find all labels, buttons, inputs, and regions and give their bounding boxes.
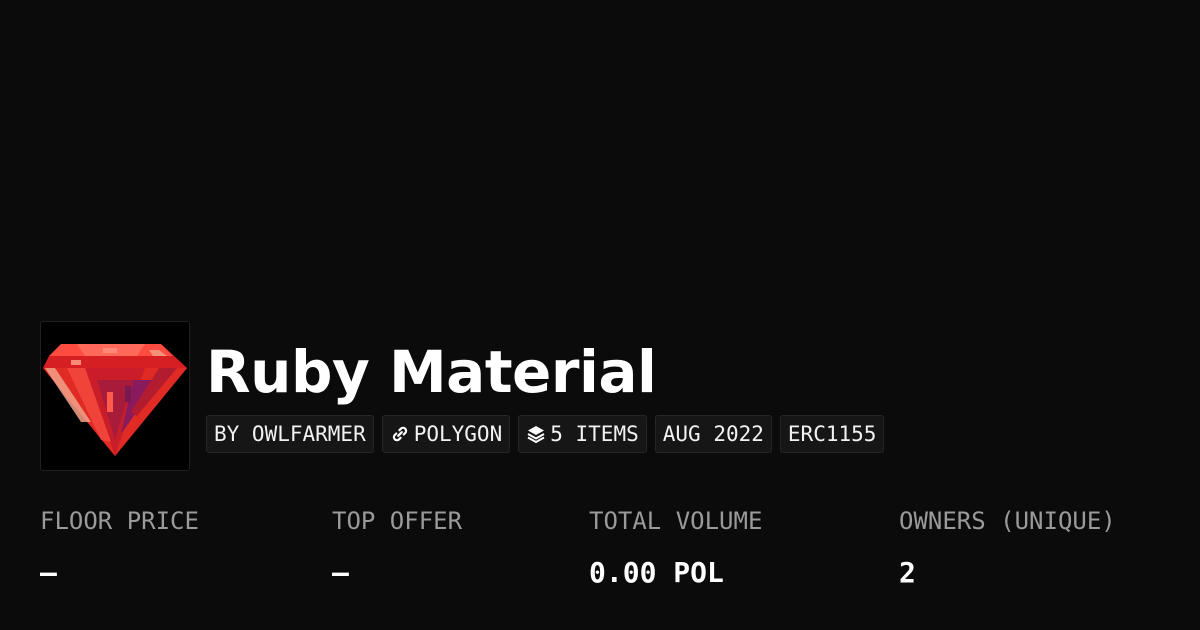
stat-value: —	[40, 556, 57, 589]
polygon-link-icon	[390, 424, 410, 444]
stat-total-volume: TOTAL VOLUME 0.00 POL	[589, 503, 762, 593]
items-chip[interactable]: 5 ITEMS	[518, 415, 647, 453]
date-label: AUG 2022	[662, 422, 764, 446]
stat-floor-price: FLOOR PRICE —	[40, 503, 199, 593]
chain-label: POLYGON	[413, 422, 503, 446]
standard-chip: ERC1155	[779, 415, 885, 453]
layers-icon	[526, 424, 546, 444]
stat-value: 0.00 POL	[589, 556, 724, 589]
stat-label: TOTAL VOLUME	[589, 507, 763, 535]
stat-label: TOP OFFER	[332, 507, 463, 535]
collection-title: Ruby Material	[206, 338, 657, 406]
stat-label: OWNERS (UNIQUE)	[899, 507, 1116, 535]
stat-label: FLOOR PRICE	[40, 507, 199, 535]
creator-label: BY OWLFARMER	[214, 422, 366, 446]
stat-owners-unique: OWNERS (UNIQUE) 2	[899, 503, 1116, 593]
collection-meta-chips: BY OWLFARMER POLYGON 5 ITEMS AUG 2022 ER…	[206, 415, 885, 453]
stat-value: —	[332, 556, 349, 589]
collection-image[interactable]	[40, 321, 190, 471]
items-label: 5 ITEMS	[550, 422, 639, 446]
stat-value: 2	[899, 556, 916, 589]
date-chip: AUG 2022	[654, 415, 772, 453]
ruby-gem-icon	[43, 344, 187, 456]
stat-top-offer: TOP OFFER —	[332, 503, 462, 593]
collection-preview-card: Ruby Material BY OWLFARMER POLYGON 5 ITE…	[0, 0, 1200, 630]
creator-chip[interactable]: BY OWLFARMER	[206, 415, 374, 453]
chain-chip[interactable]: POLYGON	[381, 415, 511, 453]
standard-label: ERC1155	[787, 422, 877, 446]
